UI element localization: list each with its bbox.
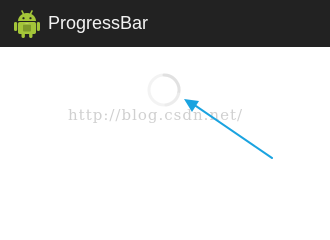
app-title: ProgressBar (48, 13, 149, 33)
watermark-text: http://blog.csdn.net/ (68, 106, 244, 124)
progress-spinner (144, 70, 184, 110)
action-bar: ProgressBar (0, 0, 330, 47)
android-robot-icon (14, 9, 40, 39)
